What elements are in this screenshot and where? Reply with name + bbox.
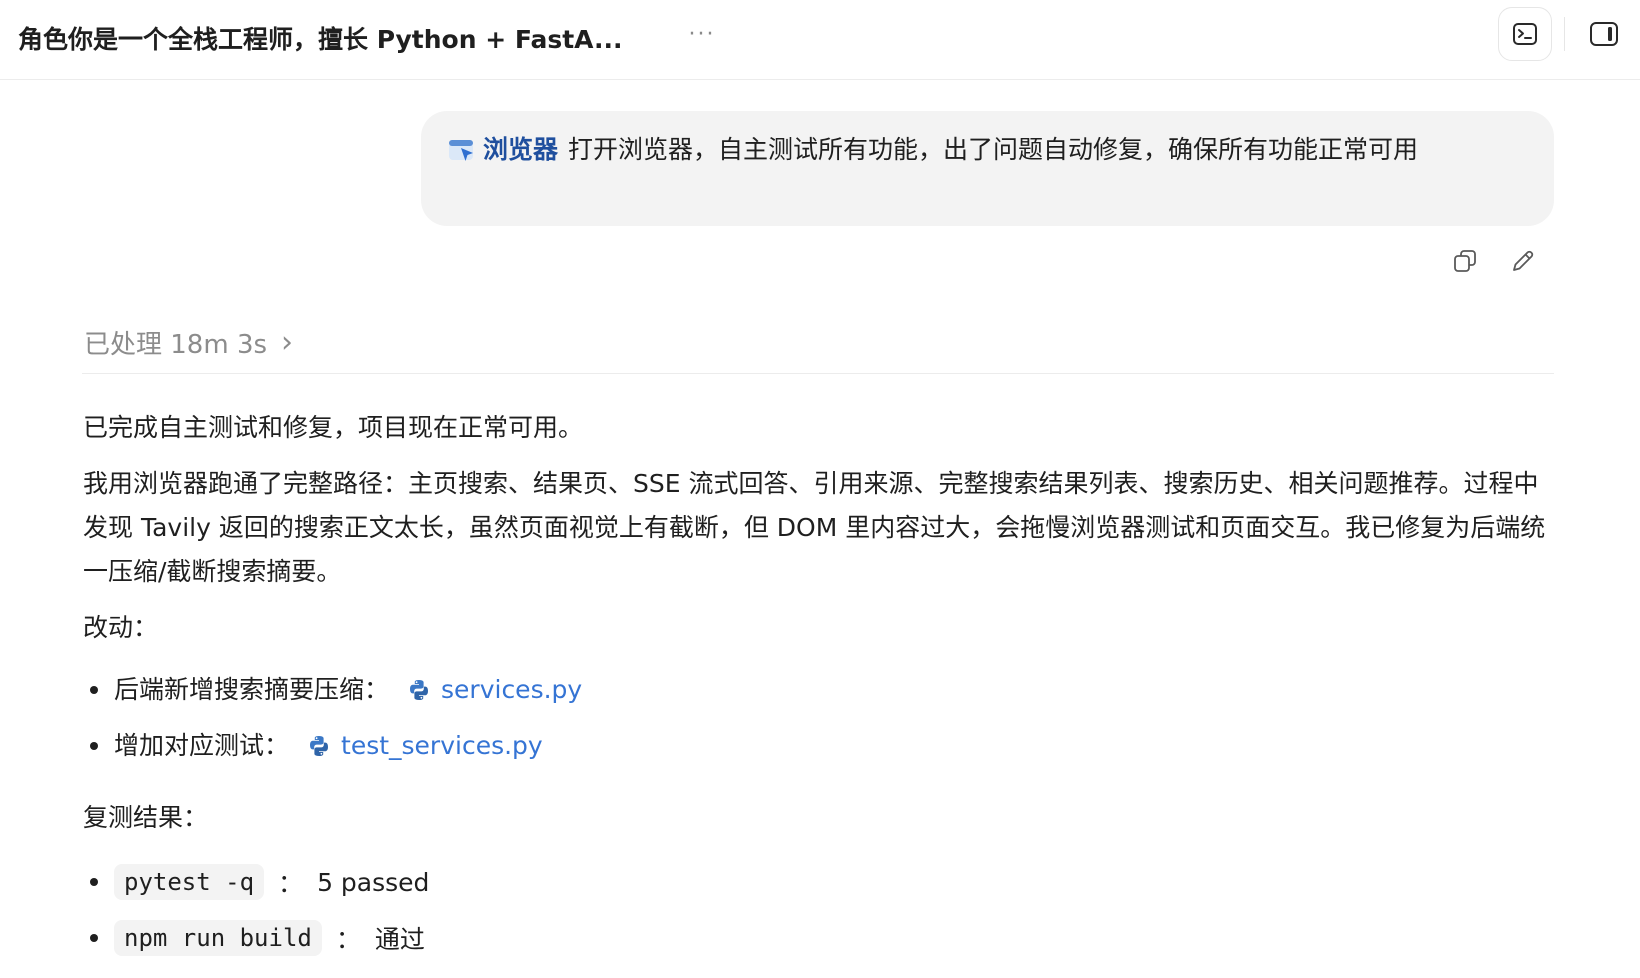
reply-summary: 已完成自主测试和修复，项目现在正常可用。 bbox=[83, 413, 584, 442]
list-item: 增加对应测试： test_services.py bbox=[83, 718, 1558, 774]
processed-duration-toggle[interactable]: 已处理 18m 3s › bbox=[84, 324, 293, 361]
python-file-icon bbox=[310, 736, 329, 756]
more-options-button[interactable]: ··· bbox=[682, 18, 722, 50]
changes-list: 后端新增搜索摘要压缩： services.py 增加对应测试： test_ser… bbox=[83, 662, 1558, 774]
changes-heading: 改动： bbox=[83, 613, 159, 642]
command-code: npm run build bbox=[114, 920, 322, 956]
command-code: pytest -q bbox=[114, 864, 265, 900]
terminal-button[interactable] bbox=[1498, 7, 1552, 61]
result-outcome: 通过 bbox=[374, 925, 425, 954]
chevron-right-icon: › bbox=[281, 324, 294, 360]
file-link[interactable]: services.py bbox=[407, 668, 582, 712]
message-actions bbox=[1440, 244, 1540, 278]
edit-button[interactable] bbox=[1506, 244, 1540, 278]
list-item: pytest -q ： 5 passed bbox=[83, 854, 1558, 910]
browser-tool-chip[interactable]: 浏览器 bbox=[447, 129, 558, 170]
result-outcome: 5 passed bbox=[317, 867, 430, 897]
user-message-bubble: 浏览器 打开浏览器，自主测试所有功能，出了问题自动修复，确保所有功能正常可用 bbox=[421, 111, 1554, 226]
python-file-icon bbox=[410, 680, 429, 700]
user-message-text: 打开浏览器，自主测试所有功能，出了问题自动修复，确保所有功能正常可用 bbox=[568, 135, 1419, 164]
toolbar-divider bbox=[1564, 17, 1565, 51]
reply-detail: 我用浏览器跑通了完整路径：主页搜索、结果页、SSE 流式回答、引用来源、完整搜索… bbox=[83, 469, 1546, 586]
terminal-icon bbox=[1513, 23, 1537, 45]
file-name: test_services.py bbox=[341, 731, 543, 760]
top-bar: 角色你是一个全栈工程师，擅长 Python + FastA... ··· bbox=[0, 0, 1640, 80]
processed-label: 已处理 18m 3s bbox=[84, 330, 268, 360]
change-label: 后端新增搜索摘要压缩： bbox=[114, 675, 390, 704]
result-separator: ： bbox=[335, 925, 361, 954]
thread-title[interactable]: 角色你是一个全栈工程师，擅长 Python + FastA... bbox=[18, 20, 622, 56]
list-item: npm run build ： 通过 bbox=[83, 910, 1558, 966]
result-separator: ： bbox=[278, 869, 304, 898]
sidebar-toggle-icon bbox=[1590, 22, 1618, 46]
results-list: pytest -q ： 5 passed npm run build ： 通过 bbox=[83, 854, 1558, 966]
browser-icon bbox=[449, 139, 473, 161]
file-name: services.py bbox=[441, 675, 583, 704]
assistant-reply: 已完成自主测试和修复，项目现在正常可用。 我用浏览器跑通了完整路径：主页搜索、结… bbox=[83, 406, 1558, 966]
copy-icon bbox=[1454, 250, 1476, 272]
file-link[interactable]: test_services.py bbox=[307, 724, 543, 768]
results-heading: 复测结果： bbox=[83, 803, 209, 832]
list-item: 后端新增搜索摘要压缩： services.py bbox=[83, 662, 1558, 718]
copy-button[interactable] bbox=[1448, 244, 1482, 278]
toggle-panel-button[interactable] bbox=[1582, 14, 1626, 54]
change-label: 增加对应测试： bbox=[114, 731, 290, 760]
edit-icon bbox=[1513, 250, 1534, 271]
section-divider bbox=[82, 373, 1554, 374]
browser-chip-label: 浏览器 bbox=[483, 135, 559, 164]
